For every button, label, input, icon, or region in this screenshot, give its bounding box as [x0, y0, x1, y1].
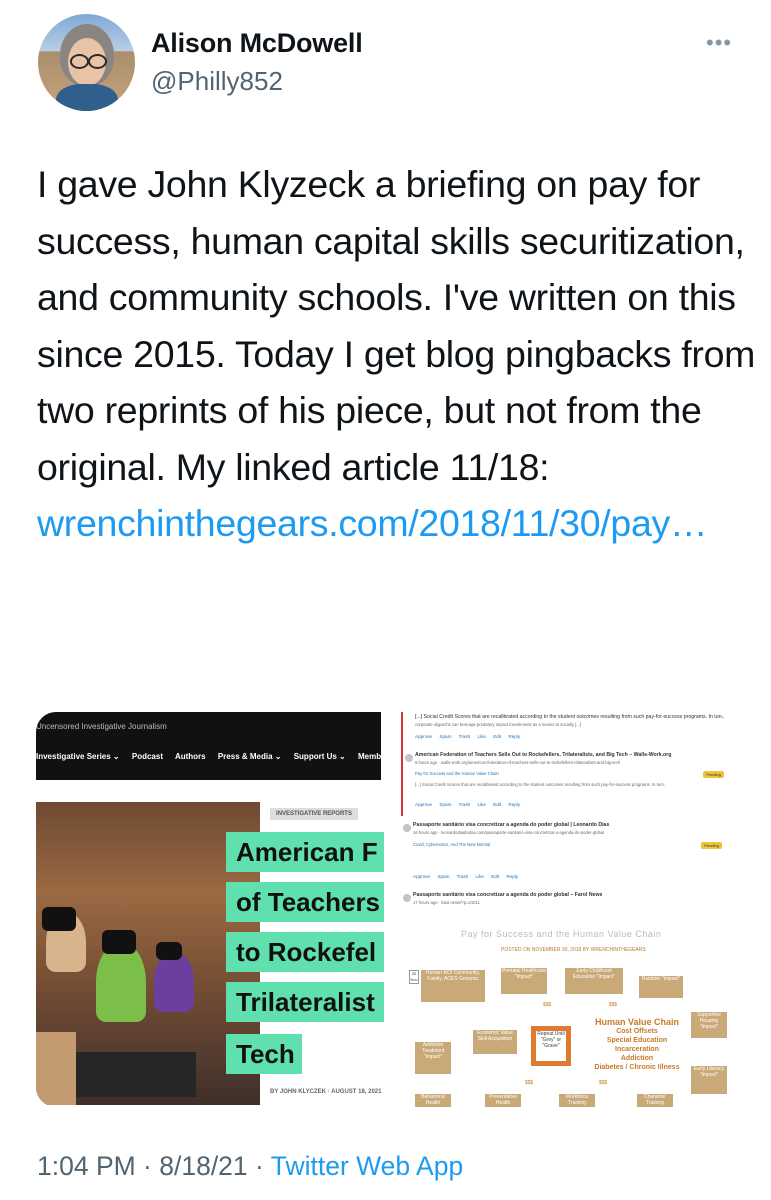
diagram-box: Workforce Training	[559, 1094, 595, 1107]
status-badge: Pending	[701, 842, 722, 849]
tweet-timestamp[interactable]: 1:04 PM · 8/18/21 ·	[37, 1151, 271, 1181]
comment-meta: 6 hours ago · walls-work.org/american-fe…	[415, 760, 621, 765]
commenter-avatar	[403, 894, 411, 902]
comment-actions: Approve Spam Trash Like Edit Reply	[415, 802, 521, 807]
status-badge: Pending	[703, 771, 724, 778]
date-badge: 30 Nov	[409, 970, 419, 984]
diagram-box: Supportive Housing "Impact"	[691, 1012, 727, 1038]
money-label: $$$	[598, 1080, 608, 1086]
comment-title: American Federation of Teachers Sells Ou…	[415, 752, 672, 758]
more-options-icon[interactable]: •••	[706, 30, 732, 56]
diagram-box: Repeat Until "Grey" or "Grave"	[531, 1026, 571, 1066]
diagram-box: Character Training	[637, 1094, 673, 1107]
comment-item: American Federation of Teachers Sells Ou…	[401, 748, 730, 817]
nav-item: Podcast	[131, 752, 163, 761]
diagram-box: Preventative Health	[485, 1094, 521, 1107]
comment-title: Passaporte sanitário visa concretizar a …	[413, 822, 610, 828]
comment-actions: Approve Spam Trash Like Edit Reply	[413, 874, 519, 879]
comment-meta: 17 hours ago · farol.news/?p=21011	[413, 900, 480, 905]
media-image-pingbacks[interactable]: [...] Social Credit Scores that are reca…	[401, 712, 730, 1107]
comment-meta: corporate oligarchs can leverage predato…	[415, 722, 581, 727]
diagram-box: Early Literacy "Impact"	[691, 1066, 727, 1094]
human-value-chain-diagram: Pay for Success and the Human Value Chai…	[401, 929, 730, 1107]
site-tagline: Uncensored Investigative Journalism	[36, 722, 167, 731]
comment-ref: Covid, Cybernetics, And The New Normal	[413, 842, 491, 847]
diagram-box: Nutrition "Impact"	[639, 976, 683, 998]
commenter-avatar	[403, 824, 411, 832]
comment-item: [...] Social Credit Scores that are reca…	[401, 712, 730, 749]
nav-item: Memb	[357, 752, 382, 761]
media-image-article[interactable]: Uncensored Investigative Journalism Inve…	[36, 712, 384, 1107]
comment-title: Passaporte sanitário visa concretizar a …	[413, 892, 603, 898]
nav-item: Press & Media ⌄	[217, 752, 282, 761]
comment-item: Passaporte sanitário visa concretizar a …	[401, 816, 730, 889]
category-tag: INVESTIGATIVE REPORTS	[270, 808, 358, 820]
site-nav: Investigative Series ⌄ Podcast Authors P…	[36, 752, 391, 761]
tweet-footer: 1:04 PM · 8/18/21 · Twitter Web App	[37, 1151, 463, 1182]
headline-line: American F	[226, 832, 384, 872]
tweet-text: I gave John Klyzeck a briefing on pay fo…	[37, 156, 757, 552]
commenter-avatar	[405, 754, 413, 762]
diagram-box: Economic Value Skill Acquisition	[473, 1030, 517, 1054]
avatar[interactable]	[38, 14, 135, 111]
diagram-box: Human ROI Community, Family, ACES Genomi…	[421, 970, 485, 1002]
article-link[interactable]: wrenchinthegears.com/2018/11/30/​pay…	[37, 502, 707, 544]
comment-actions: Approve Spam Trash Like Edit Reply	[415, 734, 521, 739]
nav-item: Authors	[174, 752, 206, 761]
headline-line: Tech	[226, 1034, 302, 1074]
money-label: $$$	[608, 1002, 618, 1008]
comment-title: [...] Social Credit Scores that are reca…	[415, 714, 725, 720]
comment-excerpt: [...] Social Credit Scores that are reca…	[415, 782, 665, 787]
headline-line: to Rockefel	[226, 932, 384, 972]
money-label: $$$	[542, 1002, 552, 1008]
nav-item: Support Us ⌄	[293, 752, 346, 761]
user-handle[interactable]: @Philly852	[151, 66, 283, 97]
comment-meta: 16 hours ago · leonardodiasbahia.com/pas…	[413, 830, 605, 835]
diagram-box: Prenatal Healthcare "Impact"	[501, 968, 547, 994]
comment-ref: Pay for Success and the Human Value Chai…	[415, 771, 499, 776]
money-label: $$$	[524, 1080, 534, 1086]
display-name[interactable]: Alison McDowell	[151, 28, 363, 59]
nav-item: Investigative Series ⌄	[36, 752, 120, 761]
headline-line: Trilateralist	[226, 982, 384, 1022]
diagram-box: Addiction Treatment "Impact"	[415, 1042, 451, 1074]
article-byline: BY JOHN KLYCZEK · AUGUST 18, 2021	[270, 1089, 382, 1095]
diagram-box: Early Childhood Education "Impact"	[565, 968, 623, 994]
center-text: Human Value Chain Cost Offsets Special E…	[587, 1018, 687, 1072]
site-header: Uncensored Investigative Journalism Inve…	[36, 712, 381, 780]
diagram-title: Pay for Success and the Human Value Chai…	[461, 929, 662, 939]
diagram-box: Behavioral Health	[415, 1094, 451, 1107]
source-app-link[interactable]: Twitter Web App	[271, 1151, 463, 1181]
center-title: Human Value Chain	[594, 1017, 680, 1027]
tweet-body: I gave John Klyzeck a briefing on pay fo…	[37, 163, 756, 488]
post-date: POSTED ON NOVEMBER 30, 2018 BY WRENCHINT…	[501, 947, 646, 953]
comment-item: Passaporte sanitário visa concretizar a …	[401, 888, 730, 910]
tweet-media[interactable]: Uncensored Investigative Journalism Inve…	[36, 712, 730, 1107]
headline-line: of Teachers	[226, 882, 384, 922]
